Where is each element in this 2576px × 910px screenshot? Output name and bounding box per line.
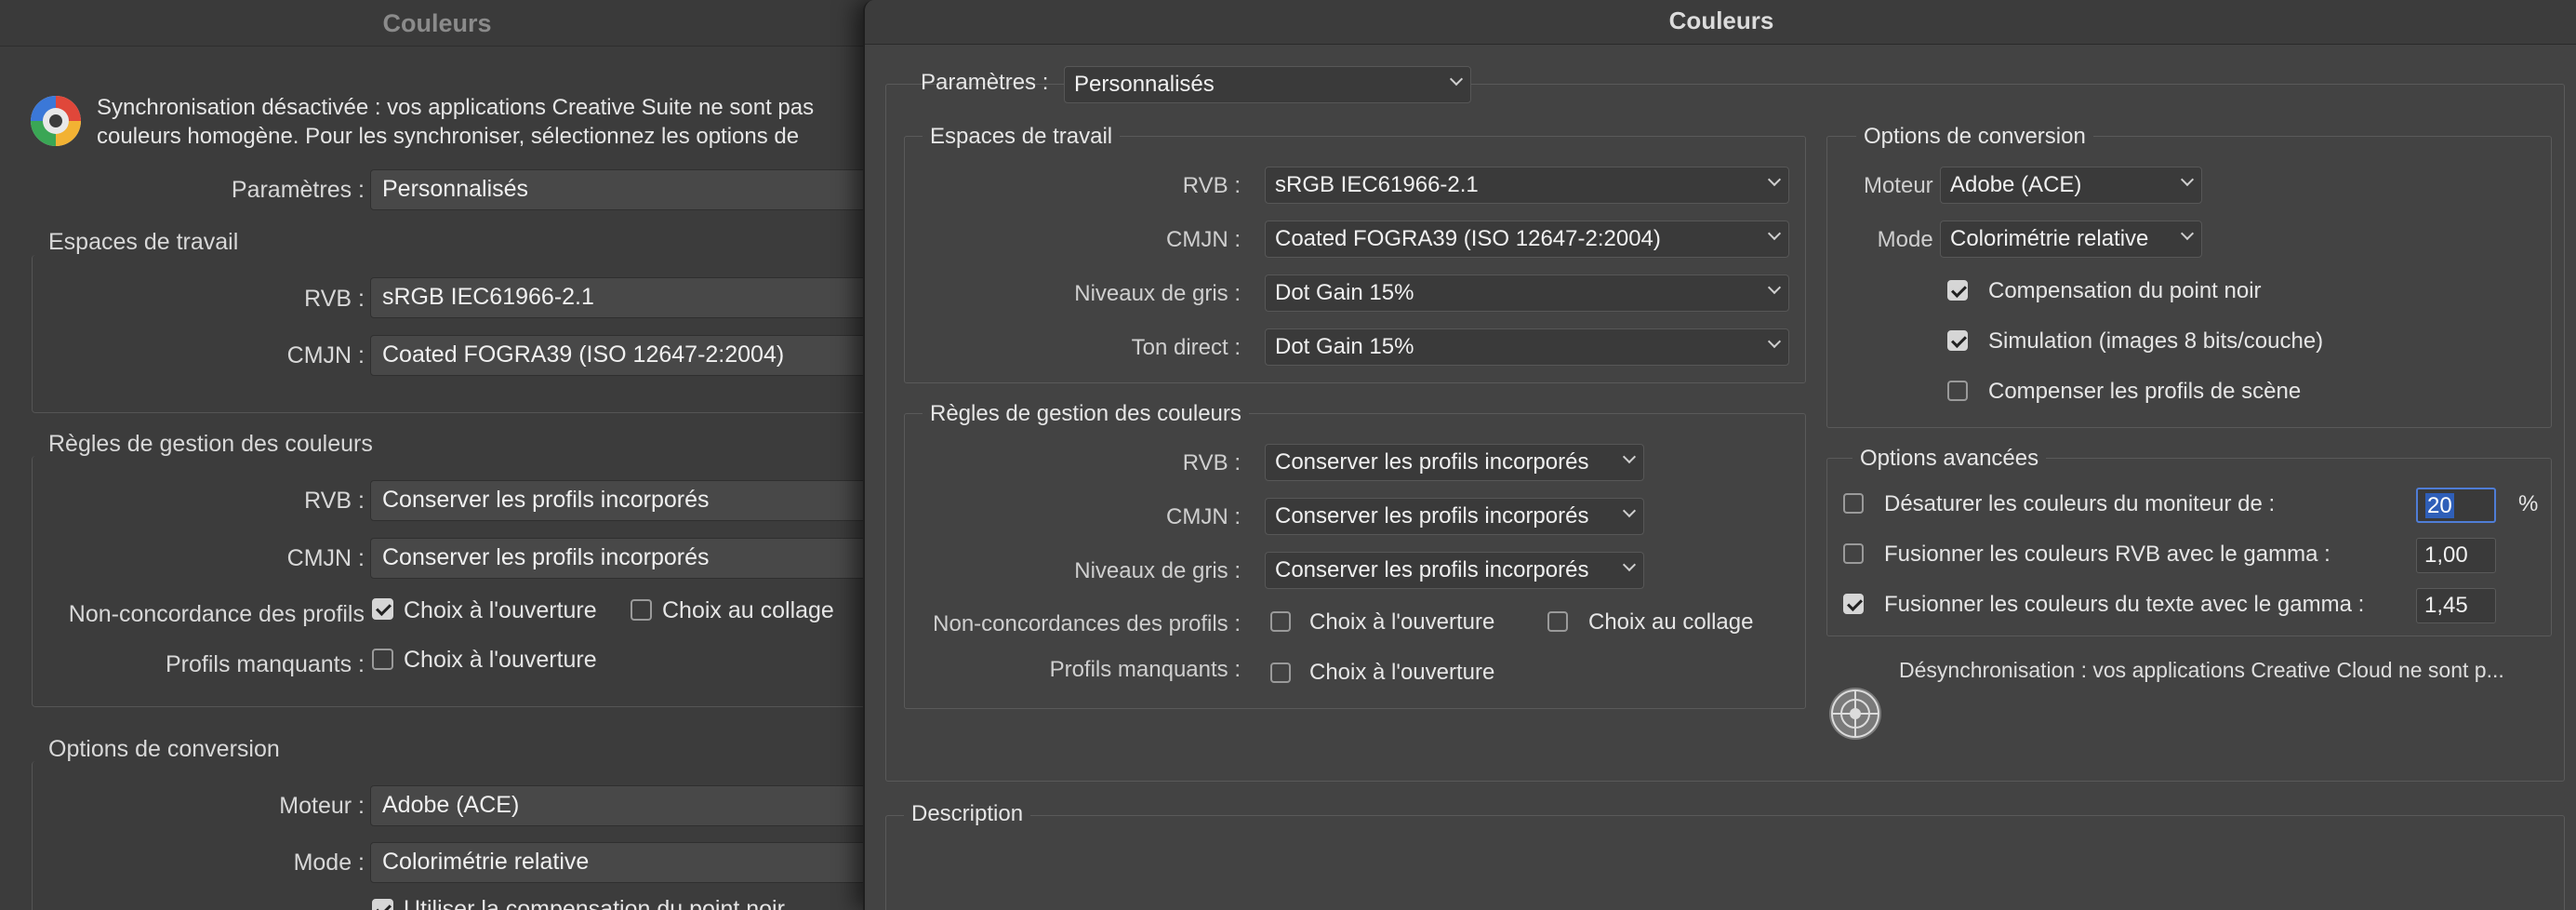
front-advanced-title: Options avancées [1852,446,2047,472]
back-color-settings-window: Couleurs Synchronisation désactivée : vo… [0,0,874,910]
back-missing-label: Profils manquants : [166,651,365,677]
front-engine-label: Moteur : [1863,173,1945,198]
back-intent-select[interactable]: Colorimétrie relative [370,842,874,883]
front-blend-text-checkbox[interactable] [1843,594,1864,614]
back-mismatch-open-label: Choix à l'ouverture [404,597,597,623]
chevron-down-icon [1767,172,1782,187]
front-mismatch-open-checkbox[interactable] [1270,611,1291,632]
back-policy-rgb-select[interactable]: Conserver les profils incorporés [370,480,874,521]
back-engine-select[interactable]: Adobe (ACE) [370,785,874,826]
front-policy-rgb-select[interactable]: Conserver les profils incorporés [1265,444,1644,481]
back-intent-label: Mode : [293,850,365,876]
front-dither-label: Simulation (images 8 bits/couche) [1988,328,2324,354]
front-desaturate-input[interactable]: 20 [2416,488,2496,523]
back-bpc-checkbox[interactable] [372,899,393,910]
front-conversion-title: Options de conversion [1856,124,2093,150]
front-ws-rgb-label: RVB : [1182,173,1241,198]
chevron-down-icon [2180,226,2195,241]
front-intent-select[interactable]: Colorimétrie relative [1940,221,2202,258]
front-mismatch-label: Non-concordances des profils : [933,611,1241,636]
front-blend-text-label: Fusionner les couleurs du texte avec le … [1884,592,2365,617]
back-policy-rgb-label: RVB : [304,488,365,514]
front-mismatch-paste-checkbox[interactable] [1547,611,1568,632]
back-mismatch-paste-label: Choix au collage [662,597,834,623]
color-sync-icon [1829,688,1881,740]
color-sync-icon [31,96,81,146]
front-blend-rgb-checkbox[interactable] [1843,543,1864,564]
back-mismatch-label: Non-concordance des profils [68,601,365,627]
front-mismatch-paste-label: Choix au collage [1588,609,1754,635]
back-engine-label: Moteur : [279,793,365,819]
front-engine-select[interactable]: Adobe (ACE) [1940,167,2202,204]
front-policy-cmyk-select[interactable]: Conserver les profils incorporés [1265,498,1644,535]
front-policy-gray-label: Niveaux de gris : [1074,558,1241,583]
front-mismatch-open-label: Choix à l'ouverture [1309,609,1495,635]
chevron-down-icon [1767,226,1782,241]
back-working-spaces-title: Espaces de travail [48,229,239,255]
front-ws-rgb-select[interactable]: sRGB IEC61966-2.1 [1265,167,1789,204]
front-description-frame [885,815,2565,910]
desync-message: Désynchronisation : vos applications Cre… [1899,658,2504,682]
front-missing-open-label: Choix à l'ouverture [1309,660,1495,685]
front-color-settings-window: Couleurs Paramètres : Personnalisés Espa… [863,0,2576,910]
back-ws-cmyk-select[interactable]: Coated FOGRA39 (ISO 12647-2:2004) [370,335,874,376]
front-working-spaces-title: Espaces de travail [923,124,1121,150]
back-ws-rgb-select[interactable]: sRGB IEC61966-2.1 [370,277,874,318]
front-desaturate-unit: % [2518,491,2539,516]
chevron-down-icon [1767,280,1782,295]
front-blend-rgb-input[interactable]: 1,00 [2416,538,2496,573]
front-dither-checkbox[interactable] [1947,330,1968,351]
front-ws-spot-label: Ton direct : [1131,335,1241,360]
front-policies-title: Règles de gestion des couleurs [923,401,1249,427]
front-settings-label: Paramètres : [921,70,1049,95]
front-intent-label: Mode : [1877,227,1945,252]
back-conversion-title: Options de conversion [48,736,280,762]
back-missing-open-checkbox[interactable] [372,649,393,670]
back-policy-cmyk-label: CMJN : [286,545,365,571]
back-mismatch-open-checkbox[interactable] [372,598,393,620]
front-blend-text-input[interactable]: 1,45 [2416,588,2496,623]
front-policy-rgb-label: RVB : [1182,450,1241,475]
front-ws-cmyk-label: CMJN : [1166,227,1241,252]
front-missing-open-checkbox[interactable] [1270,662,1291,683]
front-scene-checkbox[interactable] [1947,381,1968,401]
front-ws-spot-select[interactable]: Dot Gain 15% [1265,328,1789,366]
sync-disabled-message: Synchronisation désactivée : vos applica… [97,95,815,149]
back-policies-title: Règles de gestion des couleurs [48,431,373,457]
chevron-down-icon [1622,503,1637,518]
back-conversion-box [32,761,874,910]
chevron-down-icon [1767,334,1782,349]
back-ws-rgb-label: RVB : [304,286,365,312]
front-titlebar[interactable]: Couleurs [865,0,2576,45]
back-missing-open-label: Choix à l'ouverture [404,647,597,673]
front-scene-label: Compenser les profils de scène [1988,379,2302,404]
chevron-down-icon [2180,172,2195,187]
back-mismatch-paste-checkbox[interactable] [631,599,652,621]
front-policy-cmyk-label: CMJN : [1166,504,1241,529]
front-desaturate-label: Désaturer les couleurs du moniteur de : [1884,491,2276,516]
front-bpc-checkbox[interactable] [1947,280,1968,301]
back-titlebar[interactable]: Couleurs [0,0,874,47]
back-bpc-label: Utiliser la compensation du point noir [404,896,785,910]
front-blend-rgb-label: Fusionner les couleurs RVB avec le gamma… [1884,542,2330,567]
back-window-title: Couleurs [382,9,492,37]
front-ws-gray-select[interactable]: Dot Gain 15% [1265,274,1789,312]
front-settings-select[interactable]: Personnalisés [1064,66,1471,103]
chevron-down-icon [1622,557,1637,572]
front-desaturate-checkbox[interactable] [1843,493,1864,514]
chevron-down-icon [1622,449,1637,464]
back-settings-select[interactable]: Personnalisés [370,169,874,210]
front-ws-gray-label: Niveaux de gris : [1074,281,1241,306]
front-policy-gray-select[interactable]: Conserver les profils incorporés [1265,552,1644,589]
front-ws-cmyk-select[interactable]: Coated FOGRA39 (ISO 12647-2:2004) [1265,221,1789,258]
front-bpc-label: Compensation du point noir [1988,278,2262,303]
front-missing-label: Profils manquants : [1049,657,1241,682]
chevron-down-icon [1449,72,1464,87]
front-window-title: Couleurs [1668,7,1774,34]
back-policy-cmyk-select[interactable]: Conserver les profils incorporés [370,538,874,579]
front-description-title: Description [904,801,1031,827]
back-settings-label: Paramètres : [231,177,365,203]
back-ws-cmyk-label: CMJN : [286,342,365,368]
